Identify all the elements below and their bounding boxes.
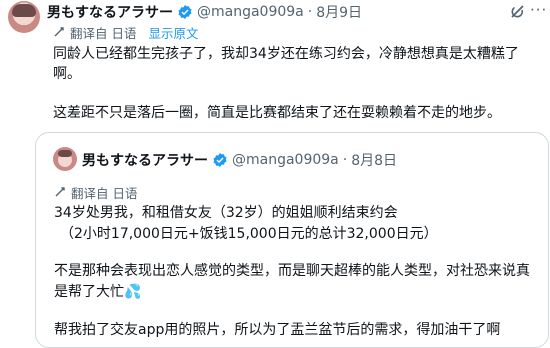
tweet-header: 男もすなるアラサー @manga0909a · 8月9日 (47, 2, 362, 22)
translate-icon (53, 25, 66, 41)
translate-icon (54, 185, 67, 201)
tweet-text-paragraph-1: 同龄人已经都生完孩子了，我却34岁还在练习约会，冷静想想真是太糟糕了啊。 (53, 46, 519, 82)
quoted-text-paragraph-2: 不是那种会表现出恋人感觉的类型，而是聊天超棒的能人类型，对社恐来说真是帮了大忙💦 (54, 263, 530, 300)
quoted-tweet-card[interactable]: 男もすなるアラサー @manga0909a · 8月8日 翻译自 日语 34岁处… (35, 132, 549, 348)
quoted-text-paragraph-3: 帮我拍了交友app用的照片，所以为了盂兰盆节后的需求，得加油干了啊 (54, 322, 501, 338)
quoted-author-name: 男もすなるアラサー (82, 153, 208, 169)
show-original-link[interactable]: 显示原文 (148, 23, 198, 42)
verified-badge-icon (177, 4, 193, 20)
separator-dot: · (307, 4, 313, 20)
translation-notice: 翻译自 日语 显示原文 (53, 23, 199, 42)
quoted-tweet-header: 男もすなるアラサー @manga0909a · 8月8日 (82, 150, 397, 170)
quoted-translated-from-label: 翻译自 日语 (71, 186, 138, 201)
verified-badge-icon (212, 152, 228, 168)
quoted-author-avatar (53, 147, 77, 171)
tweet-text-paragraph-2: 这差距不只是落后一圈，简直是比赛都结束了还在耍赖赖着不走的地步。 (53, 105, 501, 121)
translated-from-label: 翻译自 日语 (70, 26, 137, 41)
separator-dot: · (342, 152, 348, 168)
author-name[interactable]: 男もすなるアラサー (47, 2, 173, 22)
author-handle[interactable]: @manga0909a (197, 4, 304, 20)
quoted-text-line-2: （2小时17,000日元+饭钱15,000日元的总计32,000日元） (60, 226, 438, 242)
grok-icon[interactable] (508, 1, 528, 21)
author-avatar[interactable] (8, 1, 40, 33)
quoted-tweet-timestamp: 8月8日 (351, 153, 398, 169)
more-icon[interactable]: ··· (530, 3, 550, 19)
quoted-author-handle: @manga0909a (232, 152, 339, 168)
tweet-timestamp[interactable]: 8月9日 (316, 2, 362, 22)
quoted-translation-notice: 翻译自 日语 (54, 183, 137, 202)
quoted-text-line-1: 34岁处男我，和租借女友（32岁）的姐姐顺利结束约会 (54, 205, 398, 221)
